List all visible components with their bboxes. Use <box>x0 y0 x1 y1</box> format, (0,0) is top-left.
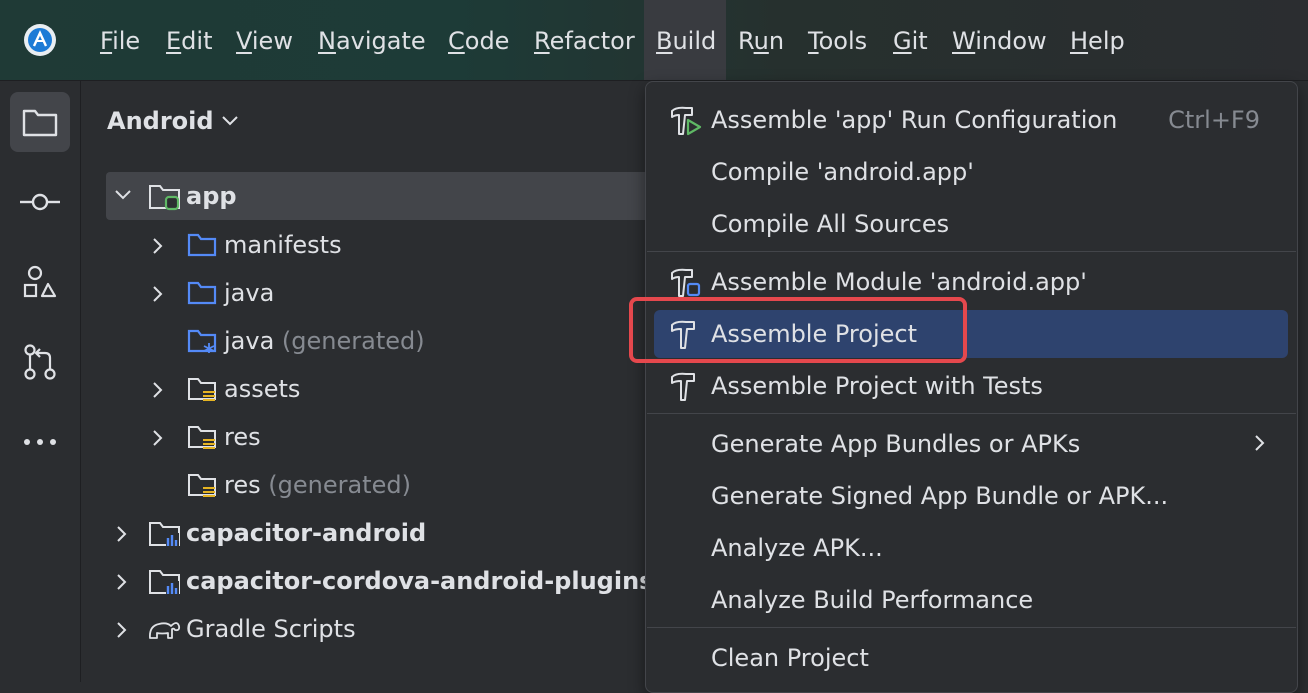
tree-item-label: app <box>186 182 237 210</box>
menu-item-analyze-apk[interactable]: Analyze APK... <box>654 524 1288 572</box>
menu-refactor[interactable]: Refactor <box>534 24 635 58</box>
project-tool-button[interactable] <box>10 92 70 152</box>
menu-tools[interactable]: Tools <box>808 24 867 58</box>
tree-item-label: java (generated) <box>224 327 425 355</box>
build-dropdown-menu: Assemble 'app' Run Configuration Ctrl+F9… <box>645 81 1298 693</box>
tool-window-strip <box>0 81 81 682</box>
menu-bar: File Edit View Navigate Code Refactor Bu… <box>0 0 1308 81</box>
resource-folder-icon <box>188 474 216 497</box>
menu-separator <box>647 627 1296 628</box>
tree-item-capacitor-android[interactable]: capacitor-android <box>81 509 651 557</box>
menu-separator <box>647 251 1296 252</box>
menu-run[interactable]: Run <box>738 24 784 58</box>
tree-item-label: res <box>224 423 261 451</box>
menu-git[interactable]: Git <box>893 24 928 58</box>
folder-icon <box>22 109 58 137</box>
tree-item-label: res (generated) <box>224 471 411 499</box>
tree-item-java-generated[interactable]: java (generated) <box>81 317 651 365</box>
project-view-selector[interactable]: Android <box>107 107 214 135</box>
resource-folder-icon <box>188 426 216 449</box>
tree-item-label: capacitor-cordova-android-plugins <box>186 567 654 595</box>
menu-item-label: Generate App Bundles or APKs <box>711 430 1081 458</box>
hammer-icon <box>671 372 695 401</box>
hammer-run-icon <box>671 106 702 136</box>
chevron-right-icon[interactable] <box>151 381 165 399</box>
generated-folder-icon <box>187 329 217 353</box>
menu-file[interactable]: File <box>100 24 140 58</box>
annotation-highlight-box <box>629 297 967 363</box>
gradle-elephant-icon <box>149 622 181 639</box>
chevron-right-icon[interactable] <box>115 621 129 639</box>
tree-item-label: capacitor-android <box>186 519 427 547</box>
chevron-right-icon <box>1255 435 1265 451</box>
android-studio-logo-icon[interactable] <box>24 24 56 56</box>
menu-window[interactable]: Window <box>952 24 1047 58</box>
resource-folder-icon <box>188 378 216 401</box>
resource-manager-tool-button[interactable] <box>10 252 70 312</box>
menu-separator <box>647 413 1296 414</box>
menu-item-label: Analyze APK... <box>711 534 883 562</box>
commit-tool-button[interactable] <box>10 172 70 232</box>
menu-item-label: Generate Signed App Bundle or APK... <box>711 482 1169 510</box>
menu-item-generate-app-bundles-or-apks[interactable]: Generate App Bundles or APKs <box>654 420 1288 468</box>
menu-item-label: Clean Project <box>711 644 869 672</box>
tree-item-label: Gradle Scripts <box>186 615 356 643</box>
menu-help[interactable]: Help <box>1070 24 1125 58</box>
menu-code[interactable]: Code <box>448 24 509 58</box>
menu-item-label: Assemble Project with Tests <box>711 372 1043 400</box>
chevron-down-icon[interactable] <box>114 188 132 202</box>
menu-item-analyze-build-performance[interactable]: Analyze Build Performance <box>654 576 1288 624</box>
menu-item-assemble-project-with-tests[interactable]: Assemble Project with Tests <box>654 362 1288 410</box>
more-icon <box>24 439 56 445</box>
chevron-right-icon[interactable] <box>115 525 129 543</box>
tree-item-capacitor-cordova-android-plugins[interactable]: capacitor-cordova-android-plugins <box>81 557 654 605</box>
menu-item-assemble-app-run-configuration[interactable]: Assemble 'app' Run Configuration Ctrl+F9 <box>654 96 1288 144</box>
tree-item-label: manifests <box>224 231 342 259</box>
pull-requests-tool-button[interactable] <box>10 332 70 392</box>
menu-item-generate-signed-app-bundle[interactable]: Generate Signed App Bundle or APK... <box>654 472 1288 520</box>
menu-item-label: Compile All Sources <box>711 210 950 238</box>
tree-item-app[interactable]: app <box>106 172 651 220</box>
tree-item-assets[interactable]: assets <box>81 365 651 413</box>
module-folder-icon <box>149 185 180 211</box>
more-tools-button[interactable] <box>10 412 70 472</box>
folder-icon <box>187 281 217 305</box>
menu-edit[interactable]: Edit <box>166 24 212 58</box>
commit-icon <box>20 193 60 211</box>
chevron-down-icon[interactable] <box>221 115 239 127</box>
project-panel: Android app manifests java java (generat… <box>81 81 654 682</box>
chevron-right-icon[interactable] <box>151 237 165 255</box>
library-module-icon <box>149 522 180 546</box>
tree-item-label: java <box>224 279 275 307</box>
chevron-right-icon[interactable] <box>151 429 165 447</box>
menu-item-compile-android-app[interactable]: Compile 'android.app' <box>654 148 1288 196</box>
shapes-icon <box>23 265 57 298</box>
chevron-right-icon[interactable] <box>151 285 165 303</box>
menu-build[interactable]: Build <box>656 24 716 58</box>
menu-item-label: Compile 'android.app' <box>711 158 974 186</box>
tree-item-label: assets <box>224 375 301 403</box>
menu-navigate[interactable]: Navigate <box>318 24 426 58</box>
menu-item-label: Analyze Build Performance <box>711 586 1034 614</box>
tree-item-gradle-scripts[interactable]: Gradle Scripts <box>81 605 651 653</box>
tree-item-java[interactable]: java <box>81 269 651 317</box>
hammer-module-icon <box>671 268 701 297</box>
tree-item-manifests[interactable]: manifests <box>81 221 651 269</box>
tree-item-res-generated[interactable]: res (generated) <box>81 461 651 509</box>
pull-request-icon <box>24 344 56 380</box>
chevron-right-icon[interactable] <box>115 573 129 591</box>
tree-item-res[interactable]: res <box>81 413 651 461</box>
shortcut-label: Ctrl+F9 <box>1168 106 1260 134</box>
menu-item-clean-project[interactable]: Clean Project <box>654 634 1288 682</box>
library-module-icon <box>149 570 180 594</box>
folder-icon <box>187 233 217 257</box>
menu-view[interactable]: View <box>236 24 293 58</box>
menu-item-label: Assemble 'app' Run Configuration <box>711 106 1118 134</box>
menu-item-compile-all-sources[interactable]: Compile All Sources <box>654 200 1288 248</box>
